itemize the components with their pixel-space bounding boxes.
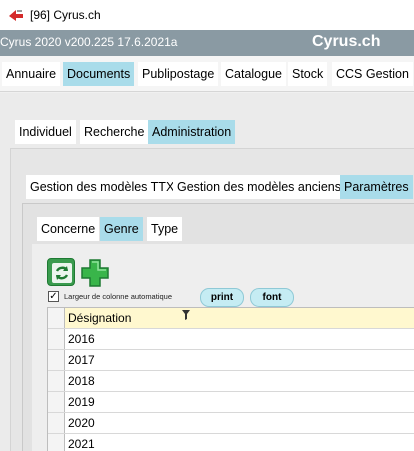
tab-gestion-modeles-anciens[interactable]: Gestion des modèles anciens (173, 175, 345, 199)
app-logo-icon (9, 10, 23, 21)
table-row[interactable]: 2018 (48, 371, 414, 392)
window-title: [96] Cyrus.ch (30, 8, 101, 22)
tab-genre[interactable]: Genre (100, 217, 143, 241)
designation-cell: 2019 (68, 395, 95, 409)
window-titlebar: [96] Cyrus.ch (0, 0, 414, 30)
grid-header-row: Désignation (48, 308, 414, 329)
app-version-label: Cyrus 2020 v200.225 17.6.2021a (0, 35, 178, 49)
menu-item-annuaire[interactable]: Annuaire (2, 62, 61, 86)
table-row[interactable]: 2019 (48, 392, 414, 413)
refresh-icon (52, 263, 72, 283)
menu-item-stock[interactable]: Stock (288, 62, 328, 86)
menu-item-ccs-gestion[interactable]: CCS Gestion (332, 62, 413, 86)
tab-administration[interactable]: Administration (148, 120, 236, 144)
tab-individuel[interactable]: Individuel (15, 120, 76, 144)
menu-item-catalogue[interactable]: Catalogue (221, 62, 286, 86)
menu-item-publipostage[interactable]: Publipostage (138, 62, 219, 86)
row-header-cell (48, 308, 65, 328)
app-brand-label: Cyrus.ch (312, 33, 381, 50)
genre-grid: Désignation 2016 2017 2018 2019 2020 202… (47, 307, 414, 451)
table-row[interactable]: 2017 (48, 350, 414, 371)
row-header-cell[interactable] (48, 371, 65, 391)
row-header-cell[interactable] (48, 329, 65, 349)
tab-gestion-modeles-ttx[interactable]: Gestion des modèles TTX (26, 175, 179, 199)
app-header-bar: Cyrus 2020 v200.225 17.6.2021a Cyrus.ch (0, 30, 414, 56)
font-button[interactable]: font (250, 288, 294, 307)
autowidth-label: Largeur de colonne automatique (64, 292, 172, 301)
table-row[interactable]: 2016 (48, 329, 414, 350)
row-header-cell[interactable] (48, 413, 65, 433)
designation-cell: 2021 (68, 437, 95, 451)
filter-icon[interactable] (182, 310, 190, 320)
row-header-cell[interactable] (48, 350, 65, 370)
tab-type[interactable]: Type (147, 217, 183, 241)
autowidth-checkbox[interactable]: ✓ (48, 291, 59, 302)
designation-cell: 2018 (68, 374, 95, 388)
tab-parametres[interactable]: Paramètres (340, 175, 413, 199)
plus-icon (81, 259, 109, 287)
main-menu-bar: Annuaire Documents Publipostage Catalogu… (0, 56, 414, 92)
designation-cell: 2016 (68, 332, 95, 346)
tab-recherche[interactable]: Recherche (80, 120, 149, 144)
add-button[interactable] (80, 258, 109, 287)
tab-concerne[interactable]: Concerne (37, 217, 100, 241)
row-header-cell[interactable] (48, 434, 65, 451)
print-button[interactable]: print (200, 288, 244, 307)
refresh-button[interactable] (47, 258, 75, 286)
table-row[interactable]: 2021 (48, 434, 414, 451)
column-header-designation[interactable]: Désignation (68, 308, 131, 328)
designation-cell: 2017 (68, 353, 95, 367)
row-header-cell[interactable] (48, 392, 65, 412)
designation-cell: 2020 (68, 416, 95, 430)
table-row[interactable]: 2020 (48, 413, 414, 434)
menu-item-documents[interactable]: Documents (63, 62, 135, 86)
